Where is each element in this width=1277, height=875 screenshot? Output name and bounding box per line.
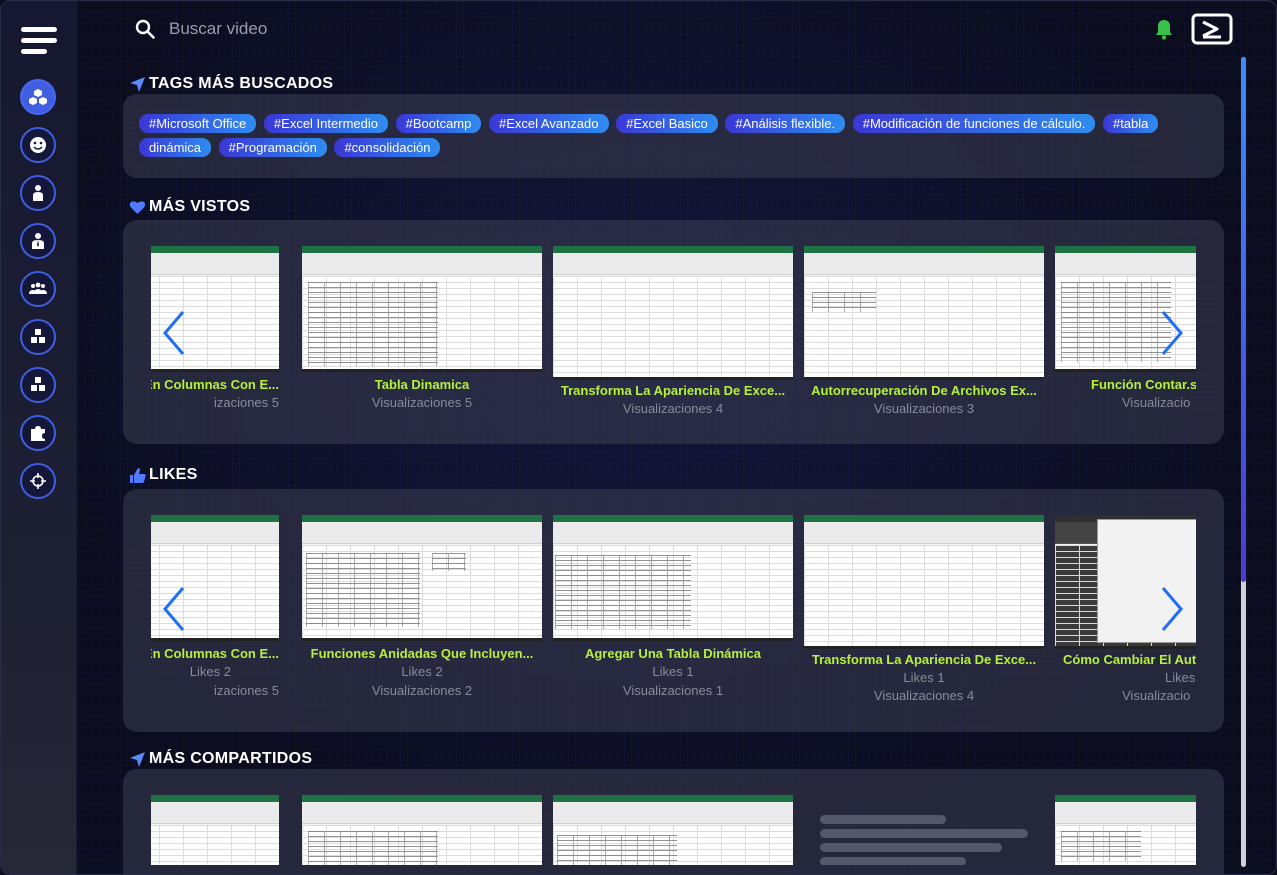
video-views: Visualizacio (1122, 688, 1191, 703)
tag-chip[interactable]: #Excel Avanzado (489, 114, 609, 133)
sidebar-item-group[interactable] (20, 271, 56, 307)
video-thumbnail[interactable] (553, 515, 793, 641)
tag-chip[interactable]: #Microsoft Office (139, 114, 257, 133)
navigation-arrow-icon (130, 76, 145, 92)
search-icon[interactable] (134, 18, 156, 40)
tag-chip[interactable]: #Excel Basico (616, 114, 718, 133)
video-thumbnail[interactable] (553, 246, 793, 380)
video-title[interactable]: Autorrecuperación De Archivos Ex... (804, 383, 1044, 398)
video-thumbnail[interactable] (1055, 795, 1196, 865)
tag-chip[interactable]: #Análisis flexible. (725, 114, 846, 133)
video-title[interactable]: Tabla Dinamica (302, 377, 542, 392)
video-views: Visualizacio (1122, 395, 1191, 410)
navigation-arrow-icon (130, 751, 145, 767)
video-title[interactable]: Transforma La Apariencia De Exce... (804, 652, 1044, 667)
video-views: izaciones 5 (213, 683, 279, 698)
video-thumbnail[interactable] (302, 795, 542, 865)
loading-skeleton (820, 843, 1002, 852)
loading-skeleton (820, 815, 946, 824)
puzzle-icon (31, 426, 45, 441)
video-thumbnail[interactable] (302, 246, 542, 372)
video-title[interactable]: En Columnas Con E... (151, 377, 279, 392)
person-tie-icon (32, 233, 44, 249)
tag-chip[interactable]: #Bootcamp (395, 114, 482, 133)
video-title[interactable]: En Columnas Con E... (151, 646, 279, 661)
hamburger-menu-icon[interactable] (21, 27, 57, 55)
tag-chip[interactable]: #Programación (218, 138, 327, 157)
carousel-next-arrow-icon[interactable] (1157, 584, 1187, 634)
most-shared-carousel (151, 795, 1196, 865)
carousel-prev-arrow-icon[interactable] (159, 584, 189, 634)
sidebar-item-person-tie[interactable] (20, 223, 56, 259)
loading-skeleton (820, 857, 966, 865)
video-likes: Likes 2 (401, 664, 443, 679)
video-thumbnail[interactable] (151, 795, 279, 865)
sidebar-item-cubes[interactable] (20, 79, 56, 115)
sidebar-item-puzzle[interactable] (20, 415, 56, 451)
video-likes: Likes 1 (652, 664, 694, 679)
video-title[interactable]: Funciones Anidadas Que Incluyen... (302, 646, 542, 661)
video-likes: Likes 2 (189, 664, 231, 679)
scrollbar-thumb[interactable] (1241, 57, 1246, 582)
video-views: Visualizaciones 3 (873, 401, 975, 416)
app-window: TAGS MÁS BUSCADOS #Microsoft Office #Exc… (0, 0, 1277, 875)
most-viewed-carousel: En Columnas Con E... izaciones 5 Tabla D… (151, 246, 1196, 436)
section-title-text: LIKES (149, 466, 198, 483)
section-title-tags: TAGS MÁS BUSCADOS (129, 75, 333, 93)
carousel-prev-arrow-icon[interactable] (159, 308, 189, 358)
video-thumbnail[interactable] (804, 515, 1044, 649)
bell-icon[interactable] (1153, 17, 1175, 41)
section-title-text: MÁS VISTOS (149, 198, 251, 215)
video-title[interactable]: Agregar Una Tabla Dinámica (553, 646, 793, 661)
sidebar-item-crosshair[interactable] (20, 463, 56, 499)
section-title-text: TAGS MÁS BUSCADOS (149, 75, 334, 92)
section-title-text: MÁS COMPARTIDOS (149, 750, 313, 767)
sidebar (1, 1, 77, 874)
blocks-123-icon (31, 377, 45, 391)
video-title[interactable]: Transforma La Apariencia De Exce... (553, 383, 793, 398)
video-views: Visualizaciones 4 (622, 401, 724, 416)
cubes-icon (29, 89, 47, 105)
thumbs-up-icon (130, 467, 146, 483)
app-logo-icon (1191, 13, 1233, 45)
search-input[interactable] (169, 14, 489, 44)
tag-list: #Microsoft Office #Excel Intermedio #Boo… (139, 112, 1189, 160)
person-icon (33, 185, 43, 201)
video-title[interactable]: Cómo Cambiar El Aut (1055, 652, 1196, 667)
tag-chip[interactable]: #Modificación de funciones de cálculo. (852, 114, 1096, 133)
video-views: Visualizaciones 4 (873, 688, 975, 703)
scrollbar[interactable] (1241, 57, 1246, 867)
most-viewed-panel: En Columnas Con E... izaciones 5 Tabla D… (123, 220, 1224, 444)
heart-icon (129, 200, 146, 214)
sidebar-item-blocks-2[interactable] (20, 367, 56, 403)
sidebar-item-blocks[interactable] (20, 319, 56, 355)
tag-chip[interactable]: #consolidación (334, 138, 441, 157)
video-title[interactable]: Función Contar.s (1055, 377, 1196, 392)
video-thumbnail[interactable] (553, 795, 793, 865)
likes-carousel: En Columnas Con E... Likes 2 izaciones 5… (151, 515, 1196, 727)
smiley-icon (30, 137, 46, 153)
video-thumbnail[interactable] (302, 515, 542, 641)
likes-panel: En Columnas Con E... Likes 2 izaciones 5… (123, 489, 1224, 732)
carousel-next-arrow-icon[interactable] (1157, 308, 1187, 358)
group-icon (29, 282, 47, 294)
video-likes: Likes 1 (1165, 670, 1196, 685)
video-likes: Likes 1 (903, 670, 945, 685)
video-views: Visualizaciones 5 (371, 395, 473, 410)
blocks-123-icon (31, 329, 45, 343)
loading-skeleton (820, 829, 1028, 838)
sidebar-item-person[interactable] (20, 175, 56, 211)
section-title-most-shared: MÁS COMPARTIDOS (129, 750, 312, 768)
video-views: Visualizaciones 1 (622, 683, 724, 698)
crosshair-icon (30, 473, 46, 489)
most-shared-panel (123, 769, 1224, 874)
video-thumbnail[interactable] (804, 246, 1044, 380)
tags-panel: #Microsoft Office #Excel Intermedio #Boo… (123, 94, 1224, 178)
video-views: Visualizaciones 2 (371, 683, 473, 698)
section-title-likes: LIKES (129, 466, 198, 484)
video-views: izaciones 5 (213, 395, 279, 410)
tag-chip[interactable]: #Excel Intermedio (263, 114, 388, 133)
sidebar-item-smiley[interactable] (20, 127, 56, 163)
section-title-most-viewed: MÁS VISTOS (129, 198, 250, 216)
